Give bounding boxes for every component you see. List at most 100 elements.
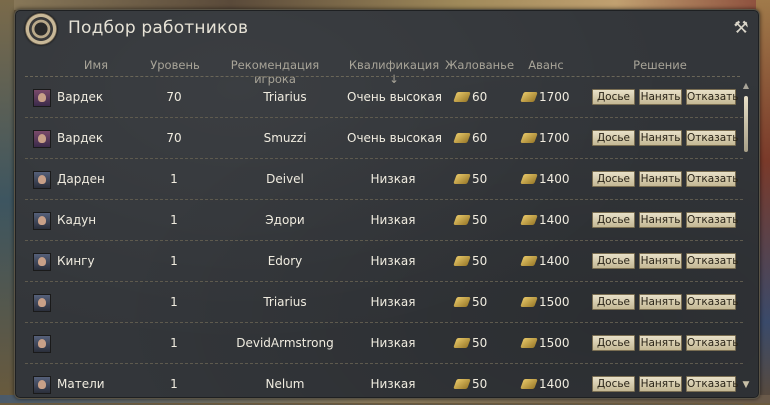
- worker-recommendation: Deivel: [266, 172, 304, 186]
- hire-button[interactable]: Нанять: [639, 89, 682, 105]
- refuse-button[interactable]: Отказать: [686, 212, 738, 228]
- title-bar[interactable]: Подбор работников ⚒: [15, 10, 759, 48]
- scrollbar[interactable]: ▲ ▼: [741, 82, 751, 391]
- worker-qualification: Низкая: [370, 213, 416, 227]
- advance-value: 1700: [539, 90, 570, 104]
- worker-level: 1: [170, 213, 178, 227]
- dossier-button[interactable]: Досье: [592, 294, 635, 310]
- hire-button[interactable]: Нанять: [639, 294, 682, 310]
- salary-value: 50: [472, 172, 488, 186]
- window-title: Подбор работников: [68, 18, 249, 38]
- scroll-down-chevron-icon[interactable]: ▼: [741, 380, 751, 390]
- coin-icon: [453, 297, 471, 307]
- worker-qualification: Низкая: [370, 172, 416, 186]
- hire-button[interactable]: Нанять: [639, 335, 682, 351]
- dossier-button[interactable]: Досье: [592, 89, 635, 105]
- advance-value: 1700: [539, 131, 570, 145]
- dossier-button[interactable]: Досье: [592, 376, 635, 392]
- worker-recommendation: Smuzzi: [263, 131, 307, 145]
- salary-value: 60: [472, 90, 488, 104]
- worker-avatar: [33, 376, 51, 394]
- coin-icon: [453, 174, 471, 184]
- worker-row: Дарден 1 Deivel Низкая 50 1400 Досье Нан…: [15, 159, 759, 200]
- coin-icon: [520, 338, 538, 348]
- worker-salary: 50: [453, 295, 505, 309]
- dossier-button[interactable]: Досье: [592, 253, 635, 269]
- table-header: Имя Уровень Рекомендация игрока Квалифик…: [15, 55, 759, 86]
- worker-row: Кингу 1 Edory Низкая 50 1400 Досье Нанят…: [15, 241, 759, 282]
- worker-avatar: [33, 130, 51, 148]
- background-scenery-left: [0, 0, 14, 403]
- worker-advance: 1400: [520, 377, 588, 391]
- worker-salary: 60: [453, 90, 505, 104]
- salary-value: 50: [472, 336, 488, 350]
- advance-value: 1500: [539, 295, 570, 309]
- worker-advance: 1500: [520, 336, 588, 350]
- worker-row: 1 Triarius Низкая 50 1500 Досье Нанять О…: [15, 282, 759, 323]
- worker-recommendation: Triarius: [263, 295, 307, 309]
- coin-icon: [520, 92, 538, 102]
- dossier-button[interactable]: Досье: [592, 130, 635, 146]
- scroll-up-arrow-icon[interactable]: ▲: [741, 82, 751, 90]
- column-header-level[interactable]: Уровень: [139, 58, 211, 72]
- worker-advance: 1400: [520, 254, 588, 268]
- hire-button[interactable]: Нанять: [639, 212, 682, 228]
- worker-advance: 1400: [520, 172, 588, 186]
- worker-name: Вардек: [57, 90, 104, 104]
- worker-level: 1: [170, 377, 178, 391]
- hire-button[interactable]: Нанять: [639, 171, 682, 187]
- worker-level: 70: [166, 131, 182, 145]
- worker-level: 1: [170, 336, 178, 350]
- advance-value: 1400: [539, 213, 570, 227]
- coin-icon: [453, 256, 471, 266]
- scrollbar-thumb[interactable]: [744, 96, 748, 152]
- worker-qualification: Низкая: [370, 295, 416, 309]
- refuse-button[interactable]: Отказать: [686, 171, 738, 187]
- refuse-button[interactable]: Отказать: [686, 89, 738, 105]
- worker-qualification: Низкая: [370, 254, 416, 268]
- worker-recruitment-window: Подбор работников ⚒ Имя Уровень Рекоменд…: [14, 9, 760, 405]
- worker-avatar: [33, 335, 51, 353]
- worker-row: Вардек 70 Triarius Очень высокая 60 1700…: [15, 77, 759, 118]
- worker-salary: 60: [453, 131, 505, 145]
- worker-qualification: Низкая: [370, 336, 416, 350]
- refuse-button[interactable]: Отказать: [686, 253, 738, 269]
- hire-button[interactable]: Нанять: [639, 376, 682, 392]
- coin-icon: [520, 297, 538, 307]
- crossed-tools-icon[interactable]: ⚒: [731, 18, 751, 38]
- worker-avatar: [33, 253, 51, 271]
- advance-value: 1400: [539, 172, 570, 186]
- advance-value: 1400: [539, 377, 570, 391]
- worker-list: Вардек 70 Triarius Очень высокая 60 1700…: [15, 77, 759, 405]
- column-header-decision: Решение: [633, 58, 687, 72]
- salary-value: 60: [472, 131, 488, 145]
- refuse-button[interactable]: Отказать: [686, 335, 738, 351]
- refuse-button[interactable]: Отказать: [686, 294, 738, 310]
- worker-recommendation: Edory: [267, 254, 303, 268]
- column-header-advance[interactable]: Аванс: [521, 58, 571, 72]
- worker-qualification: Очень высокая: [347, 131, 442, 145]
- hire-button[interactable]: Нанять: [639, 130, 682, 146]
- refuse-button[interactable]: Отказать: [686, 376, 738, 392]
- dossier-button[interactable]: Досье: [592, 335, 635, 351]
- worker-level: 1: [170, 172, 178, 186]
- hire-button[interactable]: Нанять: [639, 253, 682, 269]
- worker-avatar: [33, 171, 51, 189]
- worker-avatar: [33, 294, 51, 312]
- advance-value: 1400: [539, 254, 570, 268]
- coin-icon: [520, 174, 538, 184]
- column-header-name[interactable]: Имя: [71, 58, 121, 72]
- worker-row: Вардек 70 Smuzzi Очень высокая 60 1700 Д…: [15, 118, 759, 159]
- salary-value: 50: [472, 377, 488, 391]
- worker-recommendation: DevidArmstrong: [236, 336, 334, 350]
- refuse-button[interactable]: Отказать: [686, 130, 738, 146]
- dossier-button[interactable]: Досье: [592, 212, 635, 228]
- coin-icon: [453, 379, 471, 389]
- worker-name: Матели: [57, 377, 105, 391]
- worker-qualification: Низкая: [370, 377, 416, 391]
- column-header-salary[interactable]: Жалованье: [445, 58, 514, 72]
- coin-icon: [453, 92, 471, 102]
- dossier-button[interactable]: Досье: [592, 171, 635, 187]
- worker-advance: 1400: [520, 213, 588, 227]
- salary-value: 50: [472, 213, 488, 227]
